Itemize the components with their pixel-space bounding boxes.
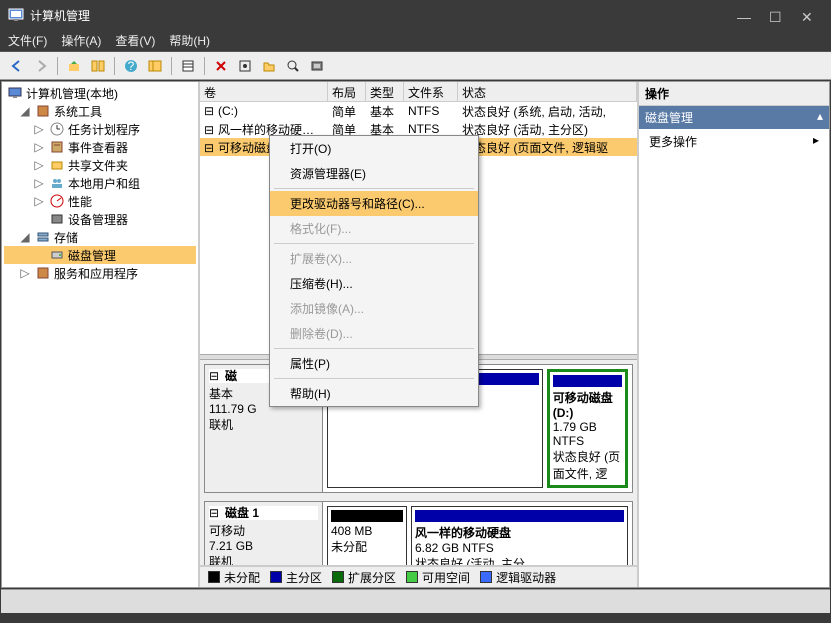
device-icon	[49, 211, 65, 227]
menu-bar: 文件(F) 操作(A) 查看(V) 帮助(H)	[0, 30, 831, 52]
volume-row[interactable]: ⊟(C:) 简单 基本 NTFS 状态良好 (系统, 启动, 活动,	[200, 102, 637, 120]
col-fs[interactable]: 文件系统	[404, 82, 458, 101]
disk-info[interactable]: ⊟磁盘 1 可移动 7.21 GB 联机	[205, 502, 323, 566]
actions-pane: 操作 磁盘管理 ▴ 更多操作 ▸	[639, 82, 829, 587]
tree-diskmgmt[interactable]: 磁盘管理	[4, 246, 196, 264]
partition[interactable]: 风一样的移动硬盘 6.82 GB NTFS 状态良好 (活动, 主分	[411, 506, 628, 566]
ctx-help[interactable]: 帮助(H)	[270, 381, 478, 406]
ctx-mirror[interactable]: 添加镜像(A)...	[270, 296, 478, 321]
more-actions[interactable]: 更多操作 ▸	[639, 129, 829, 154]
ctx-change-drive-letter[interactable]: 更改驱动器号和路径(C)...	[270, 191, 478, 216]
tree-share[interactable]: ▷ 共享文件夹	[4, 156, 196, 174]
tree-root[interactable]: 计算机管理(本地)	[4, 84, 196, 102]
users-icon	[49, 175, 65, 191]
tree-storage[interactable]: ◢ 存储	[4, 228, 196, 246]
refresh-icon[interactable]	[306, 55, 328, 77]
volume-header: 卷 布局 类型 文件系统 状态	[200, 82, 637, 102]
tree-users[interactable]: ▷ 本地用户和组	[4, 174, 196, 192]
ctx-shrink[interactable]: 压缩卷(H)...	[270, 271, 478, 296]
menu-help[interactable]: 帮助(H)	[169, 32, 210, 49]
services-icon	[35, 265, 51, 281]
expand-icon[interactable]: ▷	[18, 266, 32, 280]
tree-services[interactable]: ▷ 服务和应用程序	[4, 264, 196, 282]
tree-perf[interactable]: ▷ 性能	[4, 192, 196, 210]
legend: 未分配 主分区 扩展分区 可用空间 逻辑驱动器	[200, 565, 637, 587]
tools-icon	[35, 103, 51, 119]
folder-icon[interactable]	[258, 55, 280, 77]
clock-icon	[49, 121, 65, 137]
settings-icon[interactable]	[234, 55, 256, 77]
expand-icon[interactable]: ▷	[32, 158, 46, 172]
search-icon[interactable]	[282, 55, 304, 77]
perf-icon	[49, 193, 65, 209]
ctx-open[interactable]: 打开(O)	[270, 136, 478, 161]
storage-icon	[35, 229, 51, 245]
forward-button[interactable]	[30, 55, 52, 77]
partition[interactable]: 408 MB 未分配	[327, 506, 407, 566]
expand-icon[interactable]: ▷	[32, 140, 46, 154]
col-volume[interactable]: 卷	[200, 82, 328, 101]
collapse-icon[interactable]: ▴	[817, 109, 823, 126]
app-icon	[8, 7, 24, 23]
menu-file[interactable]: 文件(F)	[8, 32, 47, 49]
ctx-extend[interactable]: 扩展卷(X)...	[270, 246, 478, 271]
menu-view[interactable]: 查看(V)	[115, 32, 155, 49]
minimize-button[interactable]: —	[737, 9, 749, 21]
status-bar	[1, 589, 830, 613]
main-pane: 卷 布局 类型 文件系统 状态 ⊟(C:) 简单 基本 NTFS 状态良好 (系…	[200, 82, 639, 587]
expand-icon[interactable]: ▷	[32, 194, 46, 208]
share-icon	[49, 157, 65, 173]
ctx-format[interactable]: 格式化(F)...	[270, 216, 478, 241]
help-icon[interactable]: ?	[120, 55, 142, 77]
partition-selected[interactable]: 可移动磁盘 (D:) 1.79 GB NTFS 状态良好 (页面文件, 逻	[547, 369, 628, 488]
tree-systools[interactable]: ◢ 系统工具	[4, 102, 196, 120]
ctx-delete[interactable]: 删除卷(D)...	[270, 321, 478, 346]
event-icon	[49, 139, 65, 155]
list-icon[interactable]	[177, 55, 199, 77]
chevron-right-icon: ▸	[813, 133, 819, 150]
expand-icon[interactable]: ▷	[32, 122, 46, 136]
panel-icon[interactable]	[144, 55, 166, 77]
svg-text:?: ?	[128, 59, 135, 73]
actions-section[interactable]: 磁盘管理 ▴	[639, 106, 829, 129]
context-menu: 打开(O) 资源管理器(E) 更改驱动器号和路径(C)... 格式化(F)...…	[269, 135, 479, 407]
title-bar: 计算机管理 — ☐ ✕	[0, 0, 831, 30]
disk-row: ⊟磁盘 1 可移动 7.21 GB 联机 408 MB 未分配 风一样的移动硬盘…	[204, 501, 633, 566]
close-button[interactable]: ✕	[801, 9, 813, 21]
up-icon[interactable]	[63, 55, 85, 77]
collapse-icon[interactable]: ◢	[18, 230, 32, 244]
col-status[interactable]: 状态	[458, 82, 637, 101]
tree-event[interactable]: ▷ 事件查看器	[4, 138, 196, 156]
col-type[interactable]: 类型	[366, 82, 404, 101]
tree-task[interactable]: ▷ 任务计划程序	[4, 120, 196, 138]
ctx-explore[interactable]: 资源管理器(E)	[270, 161, 478, 186]
menu-action[interactable]: 操作(A)	[61, 32, 101, 49]
maximize-button[interactable]: ☐	[769, 9, 781, 21]
delete-icon[interactable]	[210, 55, 232, 77]
expand-icon[interactable]: ▷	[32, 176, 46, 190]
toolbar: ?	[0, 52, 831, 80]
collapse-icon[interactable]: ◢	[18, 104, 32, 118]
computer-icon	[7, 85, 23, 101]
disk-icon	[49, 247, 65, 263]
ctx-properties[interactable]: 属性(P)	[270, 351, 478, 376]
window-title: 计算机管理	[30, 7, 737, 24]
back-button[interactable]	[6, 55, 28, 77]
col-layout[interactable]: 布局	[328, 82, 366, 101]
show-hide-icon[interactable]	[87, 55, 109, 77]
tree-pane: 计算机管理(本地) ◢ 系统工具 ▷ 任务计划程序 ▷ 事件查看器 ▷ 共享文件…	[2, 82, 200, 587]
actions-title: 操作	[639, 82, 829, 106]
tree-devmgr[interactable]: 设备管理器	[4, 210, 196, 228]
